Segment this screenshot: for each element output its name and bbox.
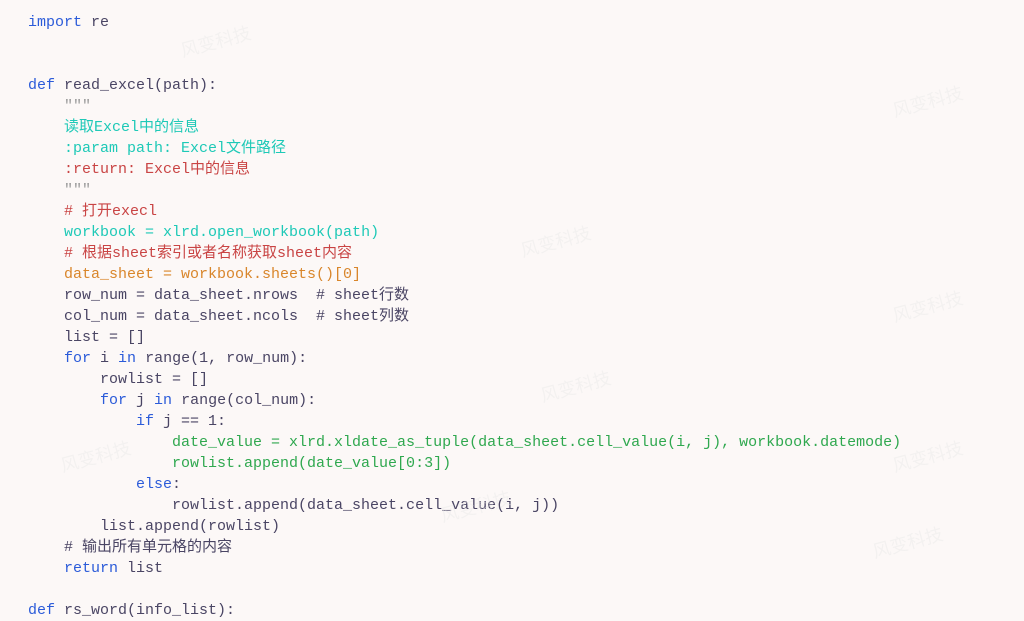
docstring-line: 读取Excel中的信息 xyxy=(28,117,996,138)
code-line: list.append(rowlist) xyxy=(28,516,996,537)
code-line: import re xyxy=(28,12,996,33)
code-line: def rs_word(info_list): xyxy=(28,600,996,621)
code-line: rowlist.append(data_sheet.cell_value(i, … xyxy=(28,495,996,516)
code-line: def read_excel(path): xyxy=(28,75,996,96)
code-line-blank xyxy=(28,54,996,75)
code-line: col_num = data_sheet.ncols # sheet列数 xyxy=(28,306,996,327)
docstring-line: """ xyxy=(28,180,996,201)
code-line-blank xyxy=(28,33,996,54)
comment-line: # 打开execl xyxy=(28,201,996,222)
code-line: rowlist = [] xyxy=(28,369,996,390)
keyword: import xyxy=(28,14,82,31)
code-block: import re def read_excel(path): """ 读取Ex… xyxy=(28,12,996,621)
keyword: if xyxy=(136,413,154,430)
comment-line: # 根据sheet索引或者名称获取sheet内容 xyxy=(28,243,996,264)
code-line: date_value = xlrd.xldate_as_tuple(data_s… xyxy=(28,432,996,453)
code-line: else: xyxy=(28,474,996,495)
keyword: return xyxy=(64,560,118,577)
code-line: workbook = xlrd.open_workbook(path) xyxy=(28,222,996,243)
code-line: list = [] xyxy=(28,327,996,348)
code-line: data_sheet = workbook.sheets()[0] xyxy=(28,264,996,285)
keyword: for xyxy=(64,350,91,367)
docstring-line: :param path: Excel文件路径 xyxy=(28,138,996,159)
comment-line: # 输出所有单元格的内容 xyxy=(28,537,996,558)
code-line: rowlist.append(date_value[0:3]) xyxy=(28,453,996,474)
code-line-blank xyxy=(28,579,996,600)
code-line: for j in range(col_num): xyxy=(28,390,996,411)
code-line: for i in range(1, row_num): xyxy=(28,348,996,369)
docstring-line: :return: Excel中的信息 xyxy=(28,159,996,180)
keyword: in xyxy=(118,350,136,367)
code-line: if j == 1: xyxy=(28,411,996,432)
docstring-line: """ xyxy=(28,96,996,117)
keyword: for xyxy=(100,392,127,409)
keyword: in xyxy=(154,392,172,409)
code-line: row_num = data_sheet.nrows # sheet行数 xyxy=(28,285,996,306)
keyword: def xyxy=(28,77,55,94)
keyword: def xyxy=(28,602,55,619)
keyword: else xyxy=(136,476,172,493)
